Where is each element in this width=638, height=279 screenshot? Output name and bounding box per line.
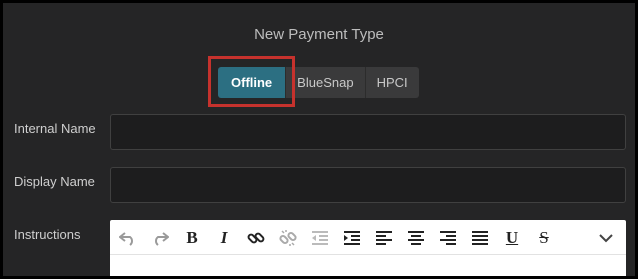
underline-label: U — [505, 228, 519, 247]
tab-offline[interactable]: Offline — [218, 67, 287, 98]
justify-icon[interactable] — [470, 228, 490, 248]
strikethrough-label: S — [539, 228, 549, 247]
instructions-editor[interactable]: B I U S — [110, 220, 626, 276]
unlink-icon[interactable] — [278, 228, 298, 248]
italic-label: I — [220, 228, 228, 247]
underline-icon[interactable]: U — [502, 228, 522, 248]
payment-type-tabs: Offline BlueSnap HPCI — [218, 67, 419, 98]
tab-hpci[interactable]: HPCI — [365, 67, 419, 98]
align-right-icon[interactable] — [438, 228, 458, 248]
link-icon[interactable] — [246, 228, 266, 248]
redo-icon[interactable] — [150, 228, 170, 248]
outdent-icon[interactable] — [310, 228, 330, 248]
display-name-label: Display Name — [14, 174, 95, 189]
display-name-input[interactable] — [110, 167, 626, 203]
italic-icon[interactable]: I — [214, 228, 234, 248]
undo-icon[interactable] — [118, 228, 138, 248]
indent-icon[interactable] — [342, 228, 362, 248]
tab-bluesnap[interactable]: BlueSnap — [286, 67, 366, 98]
align-center-icon[interactable] — [406, 228, 426, 248]
editor-toolbar: B I U S — [110, 220, 626, 255]
instructions-label: Instructions — [14, 227, 81, 242]
new-payment-type-dialog: New Payment Type Offline BlueSnap HPCI I… — [3, 3, 635, 276]
dialog-title: New Payment Type — [254, 26, 384, 43]
internal-name-input[interactable] — [110, 114, 626, 150]
bold-icon[interactable]: B — [182, 228, 202, 248]
chevron-down-icon[interactable] — [596, 228, 616, 248]
align-left-icon[interactable] — [374, 228, 394, 248]
strikethrough-icon[interactable]: S — [534, 228, 554, 248]
internal-name-label: Internal Name — [14, 121, 96, 136]
bold-label: B — [186, 228, 198, 247]
